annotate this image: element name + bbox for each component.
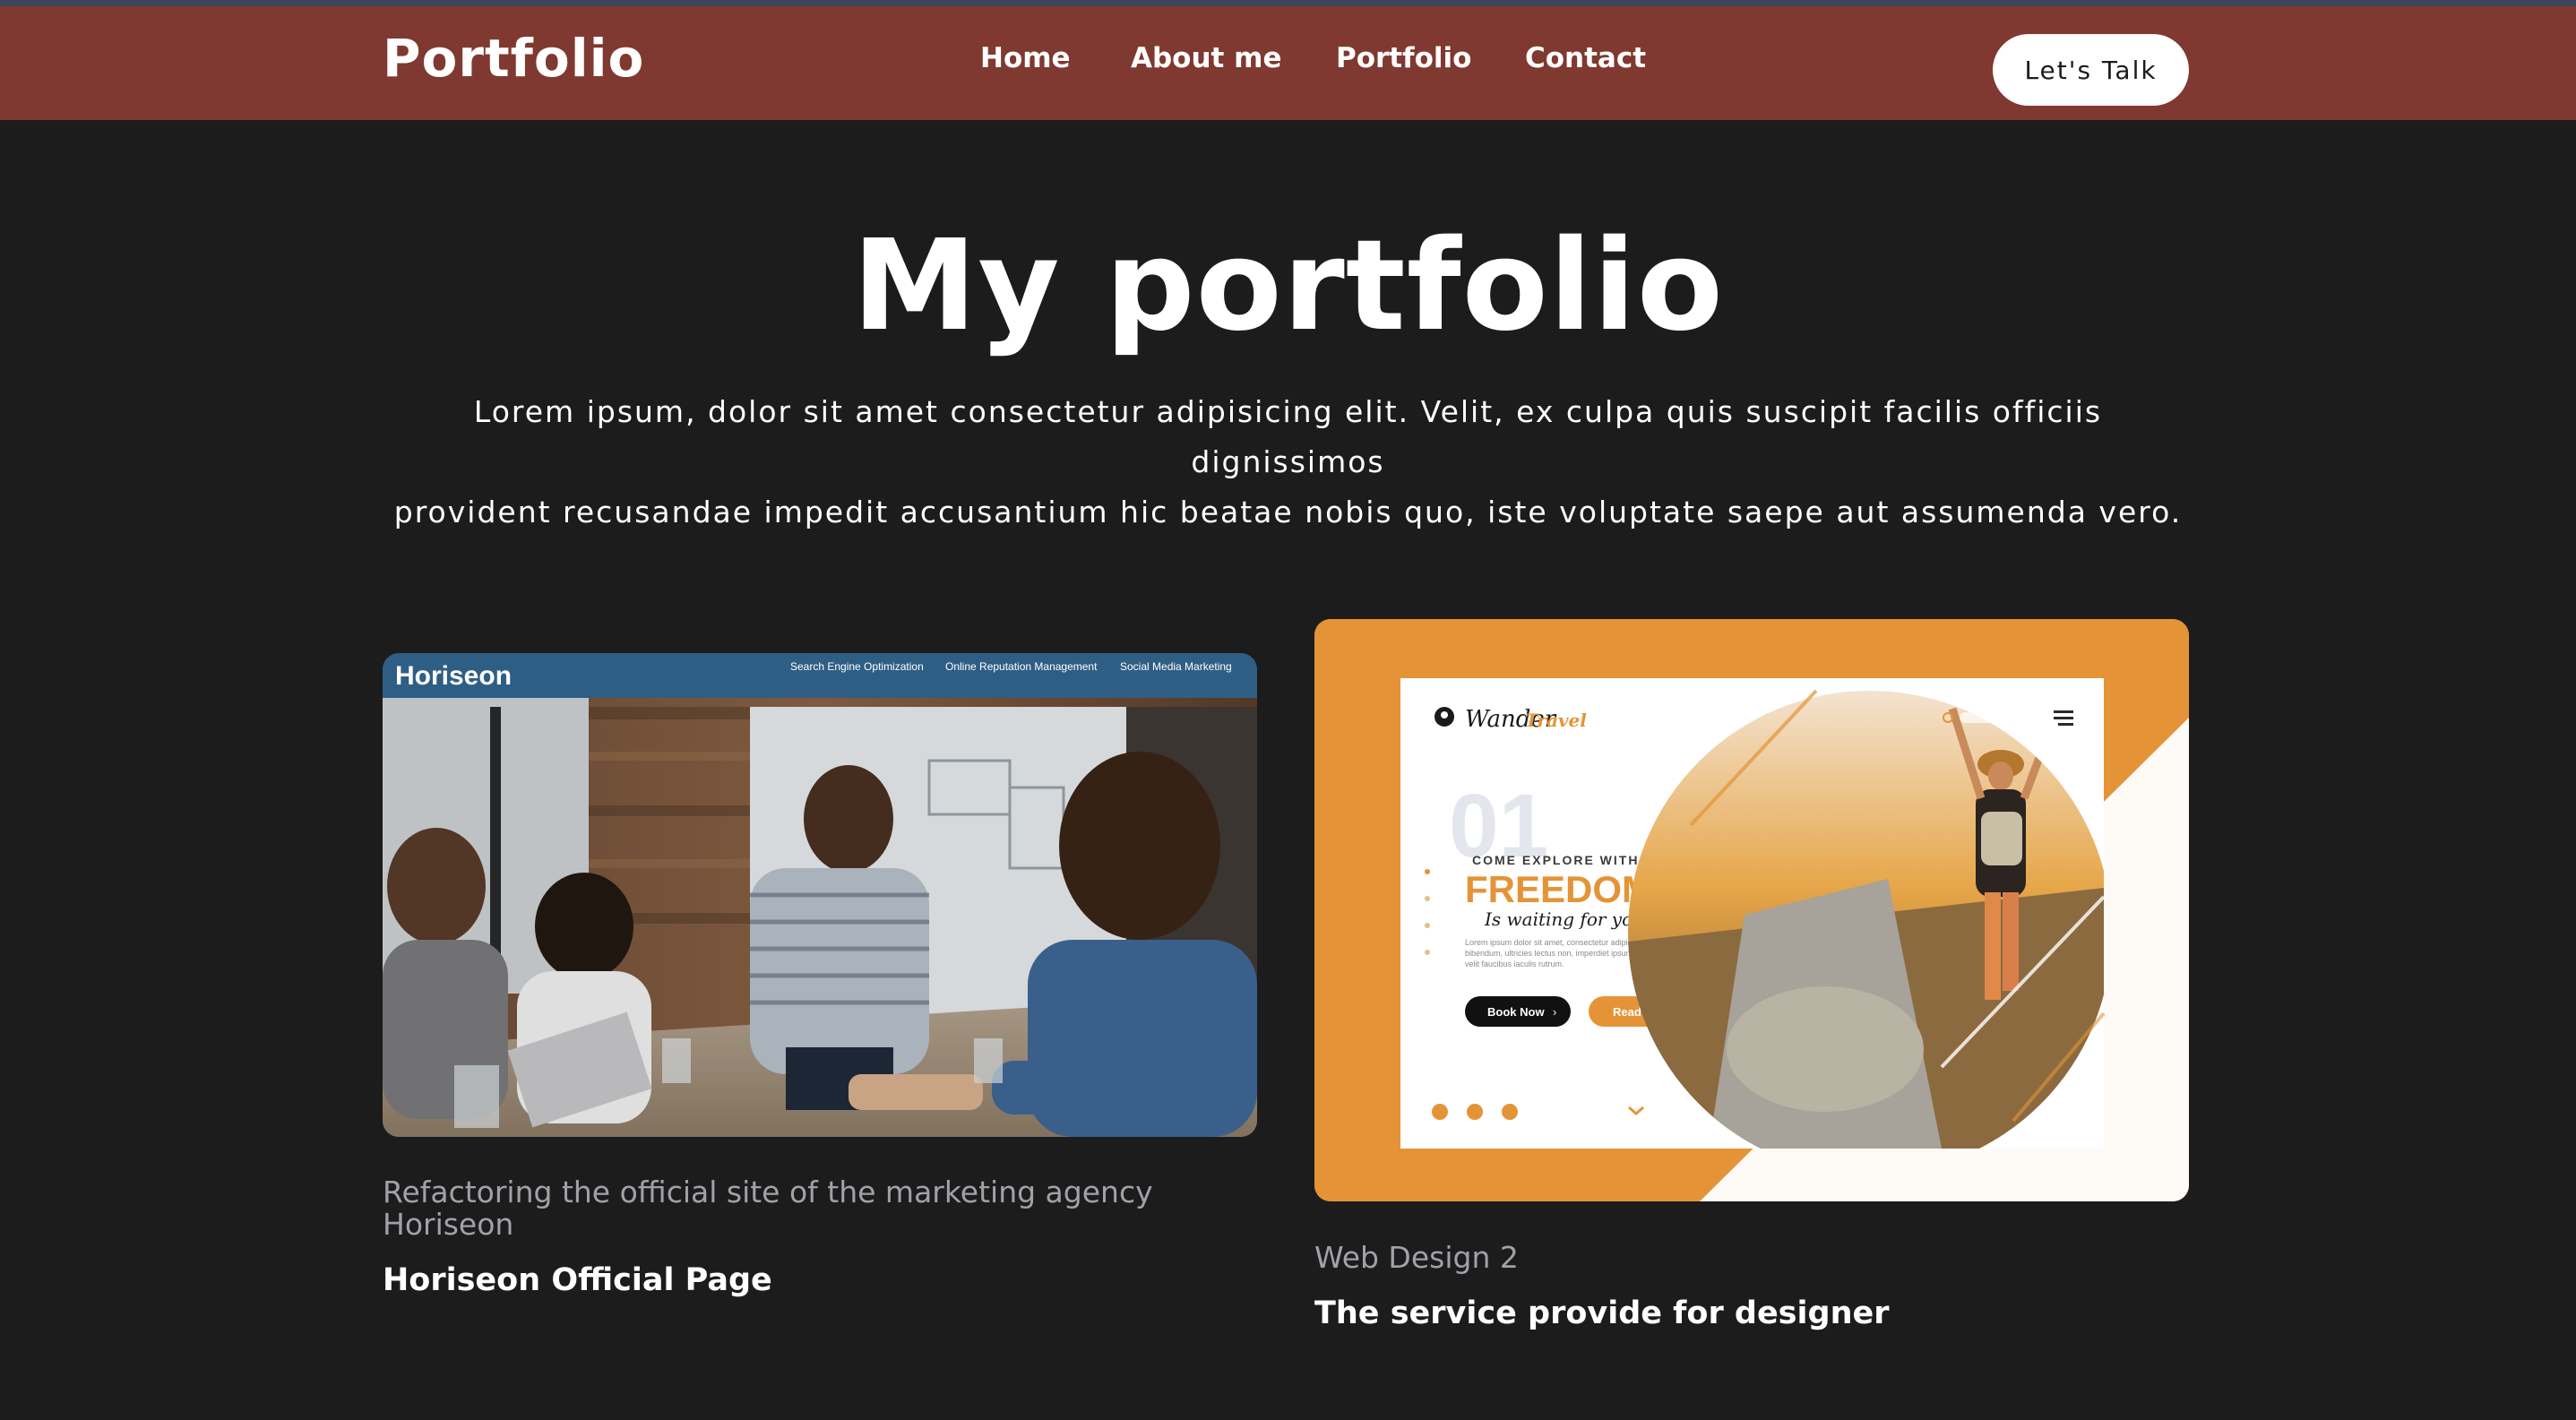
project-caption-horiseon: Refactoring the official site of the mar… <box>383 1175 1153 1242</box>
nav-link-contact[interactable]: Contact <box>1525 42 1646 74</box>
lets-talk-button[interactable]: Let's Talk <box>1993 34 2189 106</box>
brand-logo[interactable]: Portfolio <box>383 28 644 89</box>
svg-text:›: › <box>1553 1005 1556 1019</box>
wander-travel-screenshot: Wander Travel 01 COME EXPLORE WITH US! F… <box>1314 619 2189 1201</box>
wander-script: Is waiting for you! <box>1484 908 1651 930</box>
project-image-wander-travel[interactable]: Wander Travel 01 COME EXPLORE WITH US! F… <box>1314 619 2189 1201</box>
project-caption-web-design: Web Design 2 <box>1314 1240 1519 1275</box>
horiseon-menu-reputation: Online Reputation Management <box>945 660 1098 673</box>
horiseon-logo: Horiseon <box>395 661 512 691</box>
navbar: Portfolio Home About me Portfolio Contac… <box>0 6 2576 120</box>
svg-text:Book Now: Book Now <box>1487 1005 1545 1019</box>
wander-headline: FREEDOM <box>1465 868 1653 910</box>
page-description: Lorem ipsum, dolor sit amet consectetur … <box>385 387 2191 538</box>
horiseon-screenshot: Horiseon Search Engine Optimization Onli… <box>383 653 1257 1137</box>
nav-link-portfolio[interactable]: Portfolio <box>1336 42 1471 74</box>
description-line-2: provident recusandae impedit accusantium… <box>393 495 2183 529</box>
nav-link-about[interactable]: About me <box>1131 42 1282 74</box>
horiseon-menu-seo: Search Engine Optimization <box>790 660 924 673</box>
description-line-1: Lorem ipsum, dolor sit amet consectetur … <box>473 394 2103 479</box>
wander-logo-b: Travel <box>1525 710 1587 731</box>
horiseon-menu-social: Social Media Marketing <box>1120 660 1232 673</box>
page-title: My portfolio <box>852 213 1724 359</box>
project-title-web-design[interactable]: The service provide for designer <box>1314 1295 1889 1331</box>
project-title-horiseon[interactable]: Horiseon Official Page <box>383 1262 772 1298</box>
nav-link-home[interactable]: Home <box>980 42 1071 74</box>
window-top-border <box>0 0 2576 6</box>
project-image-horiseon[interactable]: Horiseon Search Engine Optimization Onli… <box>383 653 1257 1137</box>
